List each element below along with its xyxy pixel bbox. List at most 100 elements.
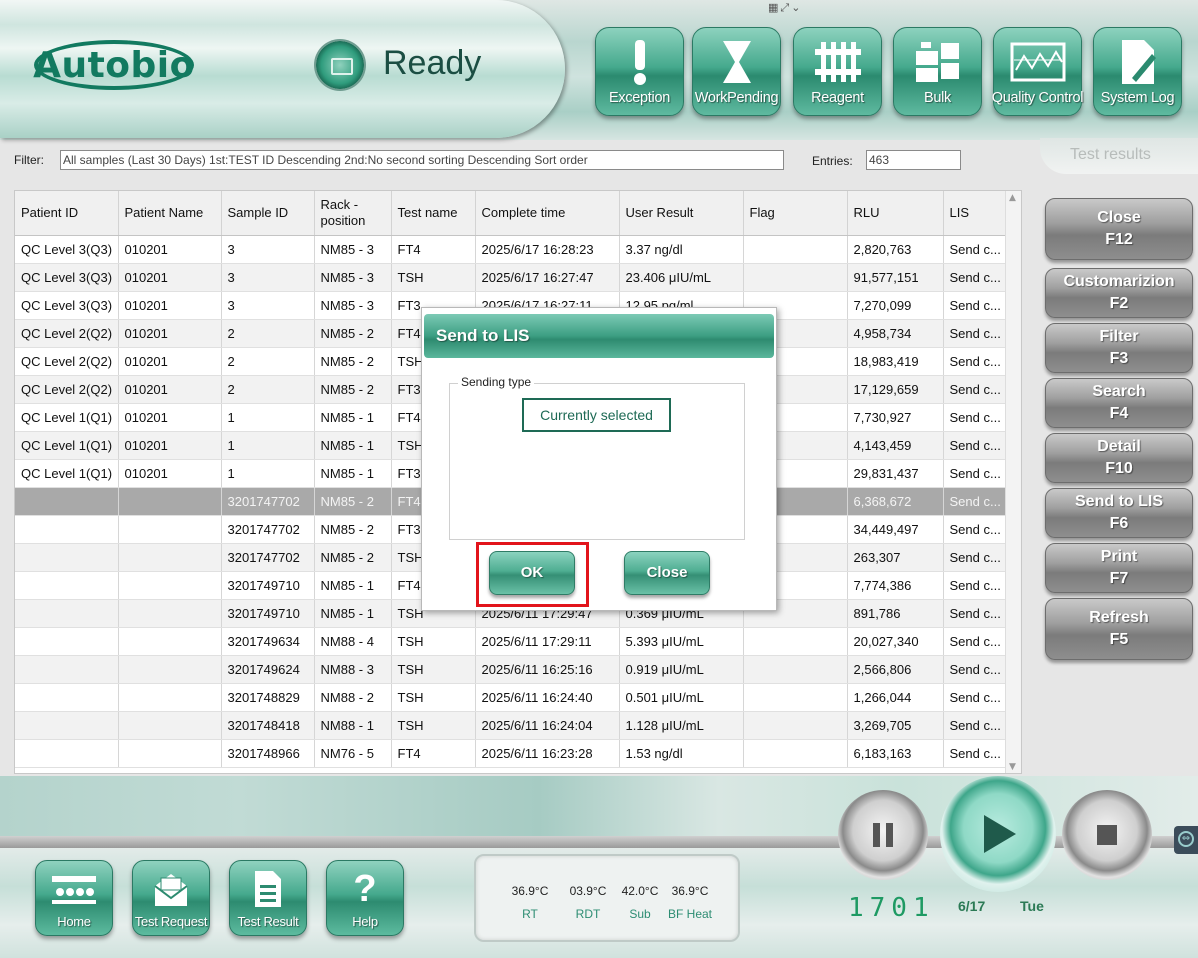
- toolbar-button-label: Exception: [609, 90, 670, 106]
- window-grip[interactable]: ▦ ⤢ ⌄: [768, 0, 816, 15]
- table-cell: [743, 263, 848, 292]
- search-side-button[interactable]: Search F4: [1045, 378, 1193, 428]
- column-header[interactable]: LIS: [943, 191, 1007, 236]
- table-cell: QC Level 3(Q3): [15, 291, 119, 320]
- table-cell: NM85 - 1: [314, 431, 392, 460]
- nav-test-request-button[interactable]: Test Request: [132, 860, 210, 936]
- table-cell: NM88 - 3: [314, 655, 392, 684]
- toolbar-workpending-button[interactable]: WorkPending: [692, 27, 781, 116]
- table-cell: NM85 - 1: [314, 403, 392, 432]
- sending-type-group: Sending type Currently selected: [449, 375, 745, 540]
- table-scrollbar[interactable]: ▲ ▼: [1005, 191, 1021, 773]
- table-cell: 18,983,419: [847, 347, 944, 376]
- table-cell: 2025/6/11 16:23:28: [475, 739, 620, 768]
- table-cell: 6,183,163: [847, 739, 944, 768]
- filter-side-button[interactable]: Filter F3: [1045, 323, 1193, 373]
- toolbar-button-label: WorkPending: [694, 90, 779, 106]
- column-header[interactable]: Patient Name: [118, 191, 222, 236]
- pause-button[interactable]: [838, 790, 928, 880]
- table-cell: 010201: [118, 263, 222, 292]
- envelope-icon: [133, 867, 209, 911]
- table-cell: [743, 683, 848, 712]
- table-cell: 4,143,459: [847, 431, 944, 460]
- refresh-side-button[interactable]: Refresh F5: [1045, 598, 1193, 660]
- tab-test-results: Test results: [1040, 138, 1198, 174]
- side-button-label: Detail: [1097, 438, 1141, 455]
- table-cell: Send c...: [943, 571, 1007, 600]
- log-document-icon: [1094, 37, 1181, 87]
- column-header[interactable]: Sample ID: [221, 191, 315, 236]
- close-button[interactable]: Close: [624, 551, 710, 595]
- side-panel-toggle[interactable]: ⇔: [1174, 826, 1198, 854]
- dialog-title: Send to LIS: [424, 314, 774, 358]
- table-cell: 3,269,705: [847, 711, 944, 740]
- column-header[interactable]: Complete time: [475, 191, 620, 236]
- table-cell: 2: [221, 319, 315, 348]
- nav-home-button[interactable]: Home: [35, 860, 113, 936]
- table-cell: [743, 711, 848, 740]
- table-row[interactable]: 3201748829 NM88 - 2 TSH 2025/6/11 16:24:40 0…: [15, 683, 1007, 712]
- temperature-reading: 36.9°C RT: [500, 884, 560, 921]
- column-header[interactable]: User Result: [619, 191, 744, 236]
- table-cell: Send c...: [943, 403, 1007, 432]
- table-row[interactable]: QC Level 3(Q3) 010201 3 NM85 - 3 FT4 2025/6/1…: [15, 235, 1007, 264]
- stop-button[interactable]: [1062, 790, 1152, 880]
- table-row[interactable]: 3201749624 NM88 - 3 TSH 2025/6/11 16:25:16 0…: [15, 655, 1007, 684]
- nav-test-result-button[interactable]: Test Result: [229, 860, 307, 936]
- temperature-name: RT: [522, 907, 538, 921]
- toolbar-exception-button[interactable]: Exception: [595, 27, 684, 116]
- column-header[interactable]: Rack - position: [314, 191, 392, 236]
- table-row[interactable]: 3201748418 NM88 - 1 TSH 2025/6/11 16:24:04 1…: [15, 711, 1007, 740]
- side-button-key: F12: [1105, 231, 1133, 248]
- table-row[interactable]: 3201748966 NM76 - 5 FT4 2025/6/11 16:23:28 1…: [15, 739, 1007, 768]
- table-cell: NM85 - 1: [314, 459, 392, 488]
- temperature-value: 36.9°C: [511, 884, 549, 898]
- detail-side-button[interactable]: Detail F10: [1045, 433, 1193, 483]
- table-cell: 1: [221, 403, 315, 432]
- table-cell: Send c...: [943, 599, 1007, 628]
- table-cell: [118, 627, 222, 656]
- column-header[interactable]: Patient ID: [15, 191, 119, 236]
- table-cell: 3201747702: [221, 543, 315, 572]
- exclamation-icon: [596, 37, 683, 87]
- nav-button-label: Home: [57, 914, 91, 929]
- customarizion-side-button[interactable]: Customarizion F2: [1045, 268, 1193, 318]
- side-button-label: Send to LIS: [1075, 493, 1163, 510]
- toolbar-quality-control-button[interactable]: Quality Control: [992, 27, 1084, 116]
- scroll-down-icon[interactable]: ▼: [1009, 762, 1016, 772]
- column-header[interactable]: RLU: [847, 191, 944, 236]
- table-row[interactable]: 3201749634 NM88 - 4 TSH 2025/6/11 17:29:11 5…: [15, 627, 1007, 656]
- table-cell: 010201: [118, 347, 222, 376]
- send-to-lis-side-button[interactable]: Send to LIS F6: [1045, 488, 1193, 538]
- sending-type-option[interactable]: Currently selected: [522, 398, 671, 432]
- table-cell: QC Level 2(Q2): [15, 375, 119, 404]
- column-header[interactable]: Flag: [743, 191, 848, 236]
- side-button-key: F2: [1109, 295, 1129, 312]
- table-cell: 2025/6/11 16:24:04: [475, 711, 620, 740]
- table-cell: 010201: [118, 235, 222, 264]
- filter-field[interactable]: All samples (Last 30 Days) 1st:TEST ID D…: [60, 150, 784, 170]
- toolbar-system-log-button[interactable]: System Log: [1093, 27, 1182, 116]
- table-row[interactable]: QC Level 3(Q3) 010201 3 NM85 - 3 TSH 2025/6/1…: [15, 263, 1007, 292]
- table-cell: QC Level 2(Q2): [15, 319, 119, 348]
- table-cell: 891,786: [847, 599, 944, 628]
- table-cell: 2025/6/17 16:28:23: [475, 235, 620, 264]
- clock-time: 1701: [848, 893, 935, 923]
- print-side-button[interactable]: Print F7: [1045, 543, 1193, 593]
- table-cell: Send c...: [943, 711, 1007, 740]
- side-button-label: Filter: [1099, 328, 1139, 345]
- close-side-button[interactable]: Close F12: [1045, 198, 1193, 260]
- table-cell: FT4: [391, 235, 476, 264]
- column-header[interactable]: Test name: [391, 191, 476, 236]
- toolbar-button-label: System Log: [1100, 90, 1175, 106]
- play-button[interactable]: [940, 776, 1056, 892]
- table-cell: TSH: [391, 711, 476, 740]
- table-cell: [15, 627, 119, 656]
- table-cell: 1: [221, 459, 315, 488]
- toolbar-bulk-button[interactable]: Bulk: [893, 27, 982, 116]
- nav-help-button[interactable]: ? Help: [326, 860, 404, 936]
- nav-button-label: Help: [352, 914, 378, 929]
- toolbar-reagent-button[interactable]: Reagent: [793, 27, 882, 116]
- table-cell: 0.501 μIU/mL: [619, 683, 744, 712]
- scroll-up-icon[interactable]: ▲: [1009, 193, 1016, 203]
